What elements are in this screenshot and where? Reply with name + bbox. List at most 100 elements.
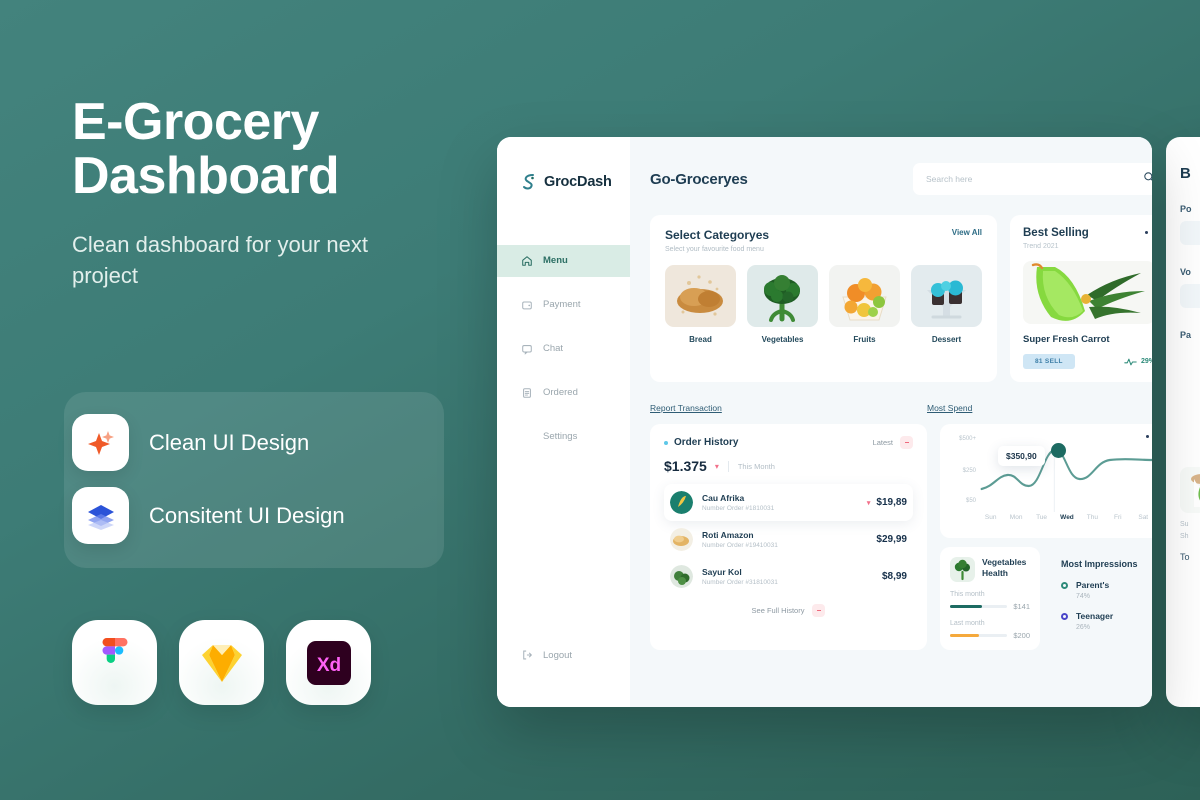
- chart-tooltip: $350,90: [998, 446, 1045, 466]
- peek-text-2: Sh: [1180, 533, 1189, 540]
- impression-item-teenager: Teenager 26%: [1061, 611, 1152, 631]
- feature-item-clean-ui: Clean UI Design: [72, 414, 309, 471]
- search-input[interactable]: Search here: [926, 174, 972, 184]
- best-selling-header: Best Selling Trend 2021: [1023, 227, 1152, 250]
- sketch-icon: [179, 620, 264, 705]
- best-selling-footer: 81 SELL 29%: [1023, 354, 1152, 369]
- sidebar-item-ordered[interactable]: Ordered: [497, 377, 630, 409]
- peek-product-image: [1180, 467, 1200, 513]
- trend-indicator: 29%: [1124, 357, 1152, 367]
- order-number: Number Order #31810031: [702, 579, 778, 586]
- table-row[interactable]: Roti Amazon Number Order #19410031 $29,9…: [664, 521, 913, 558]
- order-price: $29,99: [876, 534, 907, 545]
- promo-subtitle: Clean dashboard for your next project: [72, 232, 368, 289]
- logout-button[interactable]: Logout: [521, 649, 572, 661]
- bottom-row: Vegetables Health This month $141 Last m…: [940, 547, 1152, 650]
- home-icon: [521, 255, 534, 267]
- chart-highlight-point: [1051, 443, 1066, 458]
- logout-icon: [521, 649, 534, 661]
- wallet-icon: [521, 299, 534, 311]
- best-selling-product: Super Fresh Carrot: [1023, 334, 1110, 345]
- category-item-bread[interactable]: Bread: [665, 265, 736, 344]
- legend-dot-icon: [1061, 582, 1068, 589]
- last-month-label: Last month: [950, 620, 985, 627]
- order-name: Roti Amazon: [702, 530, 754, 540]
- chart-area: $500+ $250 $50 $350,90: [952, 434, 1152, 512]
- x-tick-label: Mon: [1009, 514, 1023, 521]
- layers-icon: [72, 487, 129, 544]
- most-spend-link[interactable]: Most Spend: [927, 403, 972, 413]
- category-label: Fruits: [853, 335, 876, 344]
- document-icon: [521, 387, 534, 399]
- legend-dot-icon: [1061, 613, 1068, 620]
- order-history-period: This Month: [737, 461, 775, 471]
- promo-block: E-Grocery Dashboard Clean dashboard for …: [72, 93, 492, 292]
- category-label: Bread: [689, 335, 712, 344]
- report-transaction-link[interactable]: Report Transaction: [650, 403, 722, 413]
- view-all-link[interactable]: View All: [952, 228, 982, 237]
- category-item-fruits[interactable]: Fruits: [829, 265, 900, 344]
- status-dot-icon: [664, 440, 668, 445]
- sidebar-item-label: Menu: [543, 255, 568, 267]
- sidebar-item-chat[interactable]: Chat: [497, 333, 630, 365]
- x-tick-label: Fri: [1114, 514, 1122, 521]
- more-dots-icon[interactable]: [1145, 227, 1152, 234]
- see-full-history-label: See Full History: [751, 606, 805, 615]
- category-item-vegetables[interactable]: Vegetables: [747, 265, 818, 344]
- grocdash-logo-icon: [523, 173, 534, 189]
- dashboard-header: Go-Groceryes Search here: [650, 161, 1152, 197]
- most-impressions-title: Most Impressions: [1061, 559, 1138, 569]
- chevron-down-icon[interactable]: [812, 604, 826, 617]
- feature-item-consistent-ui: Consitent UI Design: [72, 487, 345, 544]
- dessert-image: [911, 265, 982, 327]
- title-line-1: E-Grocery: [72, 93, 319, 151]
- feature-label: Clean UI Design: [149, 429, 310, 455]
- pulse-icon: [1124, 358, 1137, 365]
- y-tick-label: $50: [965, 498, 976, 504]
- y-axis: $500+ $250 $50: [952, 434, 978, 512]
- last-month-block: Last month $200: [950, 620, 1030, 640]
- peek-field-1[interactable]: [1180, 221, 1200, 245]
- peek-text-1: Su: [1180, 521, 1189, 528]
- table-row[interactable]: Sayur Kol Number Order #31810031 $8,99: [664, 558, 913, 595]
- adobe-xd-icon: Xd: [286, 620, 371, 705]
- row-categories-bestselling: Select Categoryes Select your favourite …: [650, 215, 1152, 382]
- impression-name: Parent's: [1076, 580, 1110, 590]
- dashboard-mockup: GrocDash Menu Payment Chat Ordered Setti…: [497, 137, 1152, 707]
- divider: [727, 460, 729, 472]
- y-tick-label: $250: [962, 468, 976, 474]
- avatar: [670, 528, 693, 551]
- category-item-dessert[interactable]: Dessert: [911, 265, 982, 344]
- order-history-amount-row: $1.375 ▾ This Month: [664, 458, 913, 474]
- order-price: $8,99: [881, 571, 907, 582]
- dashboard-main: Go-Groceryes Search here Select Category…: [630, 137, 1152, 707]
- sell-badge: 81 SELL: [1023, 354, 1075, 369]
- sidebar: GrocDash Menu Payment Chat Ordered Setti…: [497, 137, 630, 707]
- sidebar-item-label: Ordered: [543, 387, 578, 399]
- impression-pct: 26%: [1076, 624, 1091, 631]
- dashboard-title: Go-Groceryes: [650, 170, 748, 188]
- category-label: Vegetables: [761, 335, 804, 344]
- this-month-value: $141: [1013, 602, 1030, 611]
- see-full-history-button[interactable]: See Full History: [664, 604, 913, 617]
- sidebar-nav: Menu Payment Chat Ordered Settings: [497, 245, 630, 453]
- search-icon[interactable]: [1143, 170, 1152, 188]
- x-tick-label: Sun: [984, 514, 997, 521]
- peek-field-2[interactable]: [1180, 284, 1200, 308]
- x-tick-label: Sat: [1138, 514, 1149, 521]
- sidebar-item-settings[interactable]: Settings: [497, 421, 630, 453]
- sidebar-item-menu[interactable]: Menu: [497, 245, 630, 277]
- figma-icon: [72, 620, 157, 705]
- order-history-title: Order History: [664, 437, 738, 448]
- search-bar[interactable]: Search here: [913, 163, 1152, 195]
- categories-title: Select Categoryes: [665, 228, 770, 242]
- latest-filter[interactable]: Latest: [873, 436, 913, 449]
- peek-text-3: To: [1180, 552, 1190, 562]
- order-list: Cau Afrika Number Order #1810031 ▾ $19,8…: [664, 484, 913, 595]
- sidebar-item-payment[interactable]: Payment: [497, 289, 630, 321]
- table-row[interactable]: Cau Afrika Number Order #1810031 ▾ $19,8…: [664, 484, 913, 521]
- caret-down-icon: ▾: [866, 499, 871, 507]
- chevron-down-icon[interactable]: [900, 436, 913, 449]
- best-selling-image: [1023, 261, 1152, 324]
- broccoli-icon: [950, 557, 975, 582]
